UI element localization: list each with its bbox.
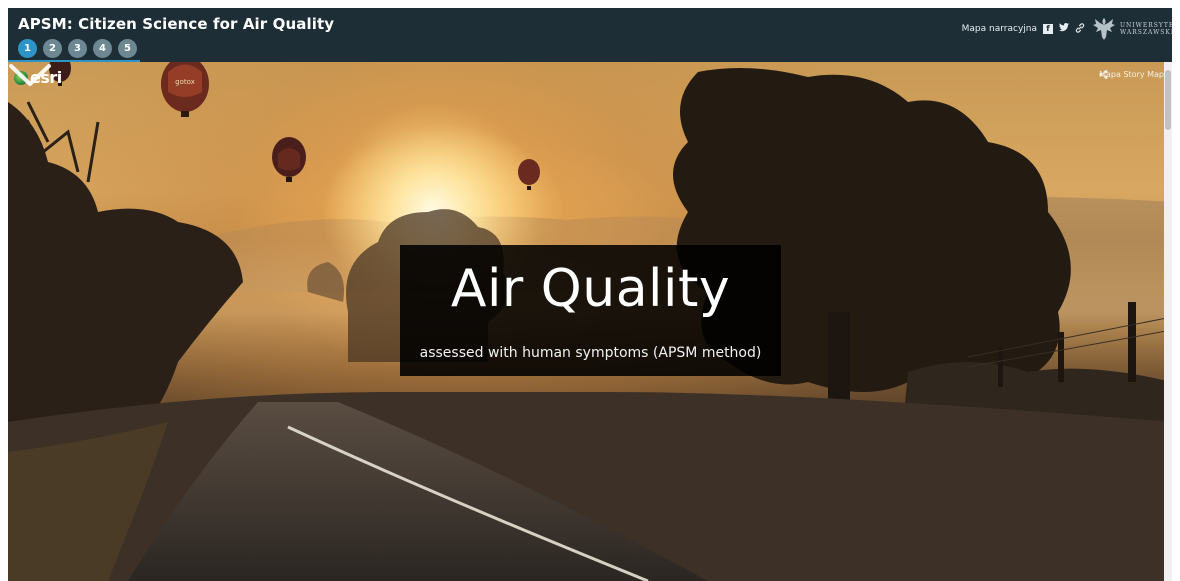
section-nav: 1 2 3 4 5: [18, 39, 137, 59]
university-name: UNIWERSYTET WARSZAWSKI: [1120, 22, 1172, 36]
story-map-link[interactable]: Mapa narracyjna: [962, 24, 1037, 34]
title-card: Air Quality assessed with human symptoms…: [400, 245, 781, 376]
balloon-large: gotox: [161, 62, 209, 117]
eagle-emblem-icon: [1093, 18, 1115, 40]
university-logo[interactable]: UNIWERSYTET WARSZAWSKI: [1091, 15, 1172, 43]
chevron-down-icon[interactable]: [8, 62, 52, 88]
share-button[interactable]: Mapa Story Map: [1099, 70, 1164, 79]
twitter-icon[interactable]: [1059, 23, 1069, 35]
nav-item-1[interactable]: 1: [18, 39, 37, 58]
scrollbar[interactable]: [1164, 62, 1172, 581]
nav-item-4[interactable]: 4: [93, 39, 112, 58]
share-label: Mapa Story Map: [1099, 70, 1164, 79]
balloon-medium: [272, 137, 306, 182]
cover-image: gotox esri Mapa Story Map Air Quality as…: [8, 62, 1172, 581]
nav-item-2[interactable]: 2: [43, 39, 62, 58]
balloon-text: gotox: [175, 78, 195, 86]
scrollbar-thumb[interactable]: [1165, 70, 1171, 130]
hero-title: Air Quality: [450, 259, 731, 319]
share-icon: [1099, 70, 1108, 79]
app-header: APSM: Citizen Science for Air Quality 1 …: [8, 8, 1172, 62]
nav-item-3[interactable]: 3: [68, 39, 87, 58]
header-actions: Mapa narracyjna f UNIWERSYTET WARSZAWSKI: [962, 14, 1172, 44]
story-map-frame: APSM: Citizen Science for Air Quality 1 …: [8, 8, 1172, 581]
facebook-icon[interactable]: f: [1043, 24, 1053, 34]
hero-subtitle: assessed with human symptoms (APSM metho…: [419, 345, 762, 361]
nav-item-5[interactable]: 5: [118, 39, 137, 58]
link-icon[interactable]: [1075, 22, 1085, 36]
app-title: APSM: Citizen Science for Air Quality: [18, 15, 335, 33]
